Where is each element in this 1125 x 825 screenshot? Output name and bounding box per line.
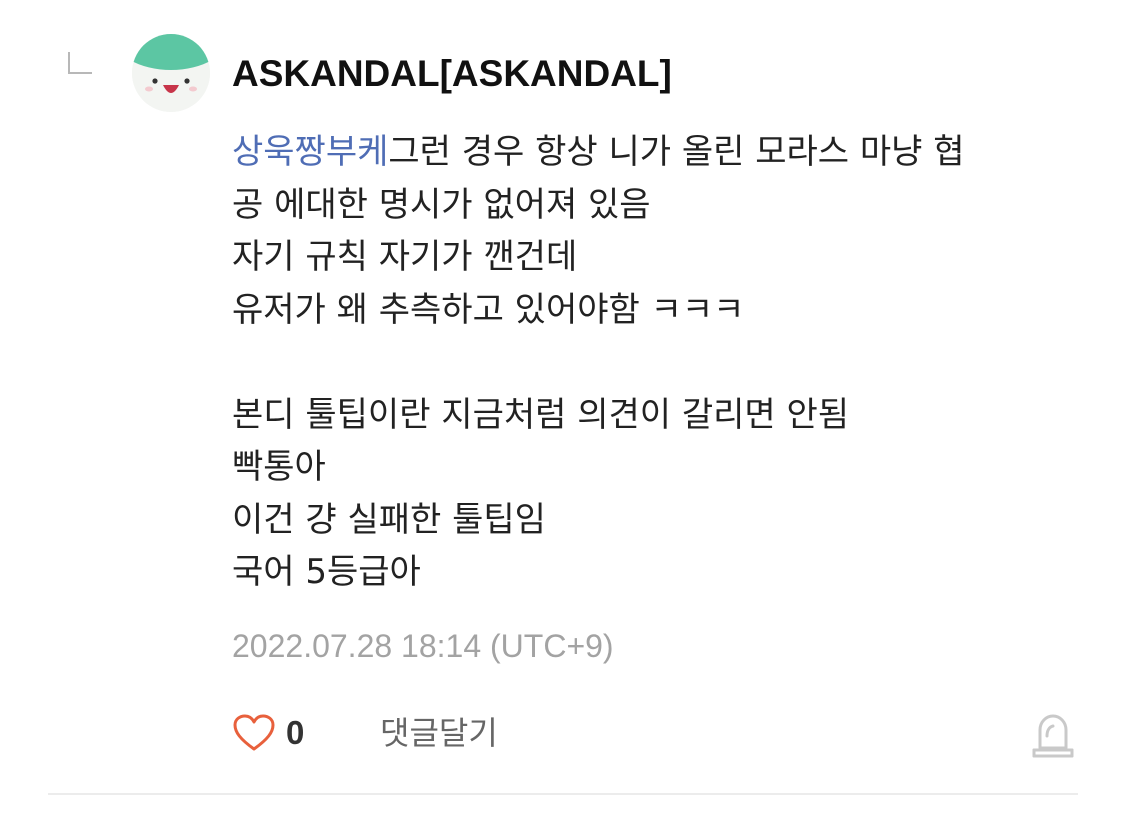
avatar-character-icon xyxy=(132,34,210,112)
comment-line: 공 에대한 명시가 없어져 있음 xyxy=(232,184,651,225)
comment-body: 상욱짱부케그런 경우 항상 니가 올린 모라스 마냥 협 공 에대한 명시가 없… xyxy=(232,126,1092,599)
comment-line: 상욱짱부케그런 경우 항상 니가 올린 모라스 마냥 협 xyxy=(232,126,1092,179)
siren-icon xyxy=(1032,714,1074,758)
comment-blank-line xyxy=(232,336,1092,389)
comment-line: 빡통아 xyxy=(232,447,326,487)
comment-line: 유저가 왜 추측하고 있어야함 ㅋㅋㅋ xyxy=(232,289,745,330)
comment-line: 본디 툴팁이란 지금처럼 의견이 갈리면 안됨 xyxy=(232,394,850,435)
avatar[interactable] xyxy=(132,34,210,112)
author-name[interactable]: ASKANDAL[ASKANDAL] xyxy=(232,52,672,96)
comment-line: 국어 5등급아 xyxy=(232,552,421,592)
like-count: 0 xyxy=(286,714,305,751)
reply-button[interactable]: 댓글달기 xyxy=(380,708,498,758)
comment-text: 그런 경우 항상 니가 올린 모라스 마냥 협 xyxy=(388,132,965,172)
reply-indent-icon xyxy=(68,52,92,74)
comment-line: 이건 걍 실패한 툴팁임 xyxy=(232,499,546,540)
comment-line: 자기 규칙 자기가 깬건데 xyxy=(232,237,578,277)
like-button[interactable]: 0 xyxy=(232,708,304,758)
report-button[interactable] xyxy=(1030,710,1076,758)
comment-actions: 0 댓글달기 xyxy=(232,708,1082,758)
heart-outline-icon xyxy=(233,714,275,751)
mention-link[interactable]: 상욱짱부케 xyxy=(232,132,388,172)
timestamp: 2022.07.28 18:14 (UTC+9) xyxy=(232,628,614,664)
divider xyxy=(48,793,1078,795)
